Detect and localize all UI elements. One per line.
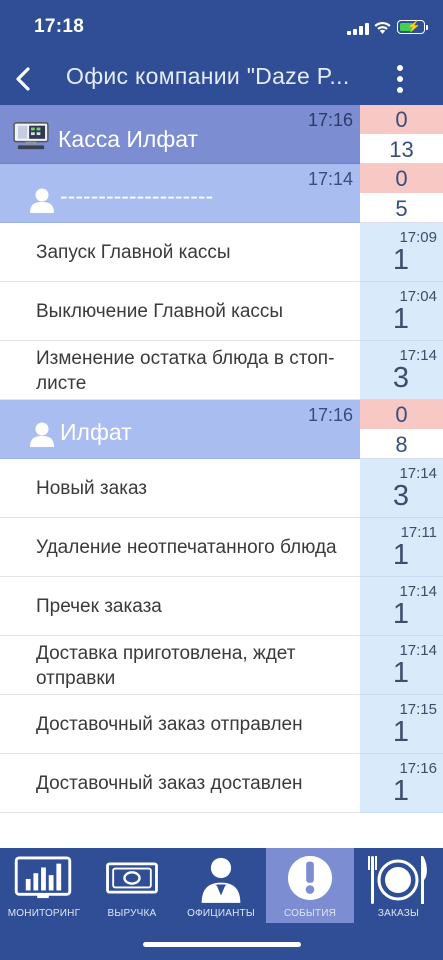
nav-bar: Офис компании "Daze P... <box>0 52 443 105</box>
group-name: Илфат <box>60 419 132 445</box>
event-title: Изменение остатка блюда в стоп-листе <box>36 347 335 394</box>
event-row[interactable]: Доставочный заказ отправлен 17:15 1 <box>0 695 443 754</box>
status-time: 17:18 <box>34 16 85 37</box>
event-count: 1 <box>392 775 409 807</box>
group-alert-count: 0 <box>360 400 443 429</box>
event-row[interactable]: Изменение остатка блюда в стоп-листе 17:… <box>0 341 443 400</box>
tab-orders[interactable]: ЗАКАЗЫ <box>354 848 443 923</box>
group-header[interactable]: Илфат 17:16 0 8 <box>0 400 443 459</box>
event-row[interactable]: Удаление неотпечатанного блюда 17:11 1 <box>0 518 443 577</box>
event-title: Доставка приготовлена, ждет отправки <box>36 642 296 689</box>
top-bar: 17:18 ⚡ Офис компании "Daze P... <box>0 0 443 105</box>
tab-waiters[interactable]: ОФИЦИАНТЫ <box>176 848 266 923</box>
event-row[interactable]: Доставка приготовлена, ждет отправки 17:… <box>0 636 443 695</box>
tab-label: ВЫРУЧКА <box>107 908 157 919</box>
event-row[interactable]: Доставочный заказ доставлен 17:16 1 <box>0 754 443 813</box>
tab-label: ОФИЦИАНТЫ <box>187 908 255 919</box>
group-time: 17:16 <box>307 110 353 130</box>
event-title: Выключение Главной кассы <box>36 301 284 322</box>
chevron-left-icon[interactable] <box>8 60 42 98</box>
group-header[interactable]: Касса Илфат 17:16 0 13 <box>0 105 443 164</box>
plate-cutlery-icon <box>368 856 427 904</box>
event-count: 1 <box>392 657 409 689</box>
event-row[interactable]: Пречек заказа 17:14 1 <box>0 577 443 636</box>
group-header-main[interactable]: Илфат 17:16 <box>0 400 360 459</box>
tab-label: СОБЫТИЯ <box>283 908 337 919</box>
cellular-signal-icon <box>347 23 369 35</box>
event-count: 1 <box>392 303 409 335</box>
tab-bar: МОНИТОРИНГ ВЫРУЧКА ОФИЦИАНТЫ СОБЫТИЯ ЗАК… <box>0 848 443 960</box>
event-row[interactable]: Выключение Главной кассы 17:04 1 <box>0 282 443 341</box>
event-title: Доставочный заказ отправлен <box>36 714 303 735</box>
cash-register-icon <box>13 122 49 150</box>
event-count: 1 <box>392 244 409 276</box>
event-count: 3 <box>392 480 409 512</box>
event-title: Пречек заказа <box>36 596 162 617</box>
group-total-count: 13 <box>360 134 443 164</box>
event-row[interactable]: Запуск Главной кассы 17:09 1 <box>0 223 443 282</box>
user-icon <box>30 422 54 447</box>
monitor-chart-icon <box>14 856 72 899</box>
status-bar: 17:18 ⚡ <box>0 0 443 52</box>
event-count: 3 <box>392 362 409 394</box>
event-title: Запуск Главной кассы <box>36 242 231 263</box>
waiter-icon <box>201 857 241 903</box>
banknote-icon <box>106 862 158 894</box>
tab-monitoring[interactable]: МОНИТОРИНГ <box>0 848 88 923</box>
event-title: Новый заказ <box>36 478 148 499</box>
group-header-main[interactable]: -------------------- 17:14 <box>0 164 360 223</box>
group-total-count: 8 <box>360 429 443 459</box>
event-title: Удаление неотпечатанного блюда <box>36 537 337 558</box>
vertical-ellipsis-icon[interactable] <box>392 62 408 96</box>
tab-events[interactable]: СОБЫТИЯ <box>266 848 354 923</box>
group-alert-count: 0 <box>360 105 443 134</box>
event-title: Доставочный заказ доставлен <box>36 773 303 794</box>
exclamation-icon <box>287 855 333 901</box>
home-indicator[interactable] <box>143 942 301 947</box>
group-counters: 0 13 <box>360 105 443 164</box>
battery-icon: ⚡ <box>397 20 425 34</box>
event-count: 1 <box>392 716 409 748</box>
user-icon <box>30 188 54 213</box>
group-total-count: 5 <box>360 193 443 223</box>
group-header[interactable]: -------------------- 17:14 0 5 <box>0 164 443 223</box>
group-alert-count: 0 <box>360 164 443 193</box>
battery-cap <box>426 25 428 30</box>
wifi-icon <box>374 21 391 34</box>
group-counters: 0 8 <box>360 400 443 459</box>
group-header-main[interactable]: Касса Илфат 17:16 <box>0 105 360 164</box>
tab-label: МОНИТОРИНГ <box>7 908 81 919</box>
group-counters: 0 5 <box>360 164 443 223</box>
tab-label: ЗАКАЗЫ <box>377 908 420 919</box>
group-name: Касса Илфат <box>58 126 199 152</box>
group-name: -------------------- <box>60 183 214 209</box>
page-title: Офис компании "Daze P... <box>66 63 350 89</box>
group-time: 17:16 <box>307 405 353 425</box>
event-count: 1 <box>392 539 409 571</box>
tab-revenue[interactable]: ВЫРУЧКА <box>88 848 176 923</box>
group-time: 17:14 <box>307 169 353 189</box>
event-count: 1 <box>392 598 409 630</box>
event-row[interactable]: Новый заказ 17:14 3 <box>0 459 443 518</box>
events-list: Касса Илфат 17:16 0 13 -----------------… <box>0 105 443 813</box>
